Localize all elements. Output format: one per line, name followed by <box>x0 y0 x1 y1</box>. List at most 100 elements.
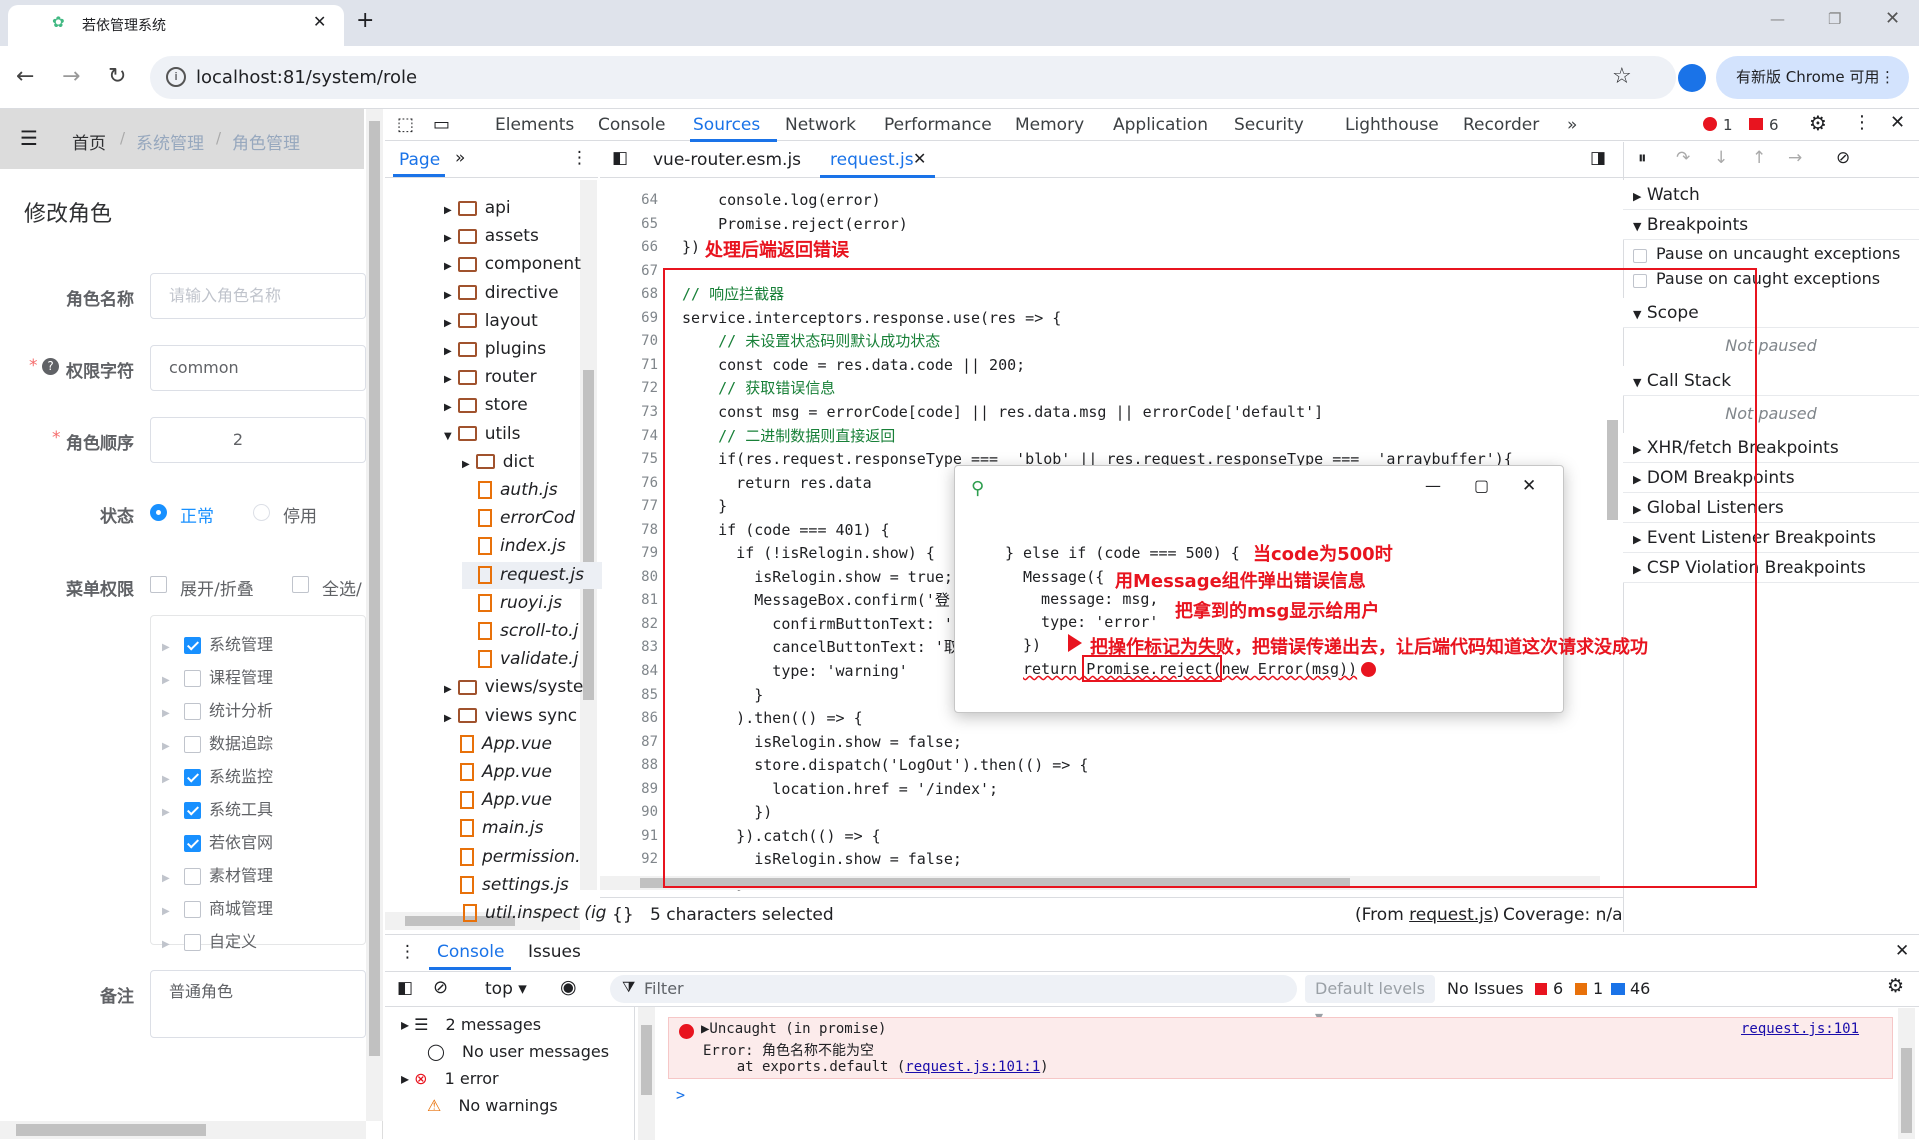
file-tree-item[interactable]: ▶ router <box>444 364 537 391</box>
file-tree-item[interactable]: permission. <box>444 844 581 871</box>
more-nav-icon[interactable]: » <box>455 148 465 168</box>
tree-expand-icon[interactable]: ▶ <box>444 713 452 724</box>
perm-input[interactable]: common <box>150 345 366 391</box>
issues-error-count[interactable]: 6 <box>1553 979 1563 998</box>
from-file-link[interactable]: request.js <box>1409 905 1493 925</box>
status-disabled-label[interactable]: 停用 <box>283 502 317 527</box>
tree-checkbox[interactable] <box>184 703 201 720</box>
omnibox[interactable]: i localhost:81/system/role ☆ <box>150 56 1676 99</box>
select-all-checkbox[interactable] <box>292 575 309 593</box>
tab-security[interactable]: Security <box>1234 109 1304 141</box>
menu-tree-node[interactable]: ▶ 自定义 <box>150 926 365 958</box>
breadcrumb-system[interactable]: 系统管理 <box>136 129 204 154</box>
tab-performance[interactable]: Performance <box>884 109 992 141</box>
file-tree-item[interactable]: util.inspect (ig <box>447 900 606 927</box>
tree-checkbox[interactable] <box>184 637 201 654</box>
tree-checkbox[interactable] <box>184 736 201 753</box>
tree-expand-icon[interactable]: ▶ <box>444 318 452 329</box>
tree-expand-icon[interactable]: ▶ <box>162 665 176 697</box>
tree-checkbox[interactable] <box>184 670 201 687</box>
role-name-input[interactable]: 请输入角色名称 <box>150 273 366 319</box>
menu-tree-node[interactable]: ▶ 系统监控 <box>150 761 365 793</box>
toggle-debugger-icon[interactable]: ◨ <box>1590 148 1606 168</box>
console-sidebar-icon[interactable]: ◧ <box>397 978 413 998</box>
file-tree-item[interactable]: ▶ assets <box>444 223 539 250</box>
file-tree-item[interactable]: main.js <box>444 815 543 842</box>
tab-network[interactable]: Network <box>785 109 856 141</box>
tree-expand-icon[interactable]: ▶ <box>162 698 176 730</box>
errors-item[interactable]: ▸ ⊗ 1 error <box>401 1069 499 1088</box>
console-sidebar-scrollbar[interactable] <box>638 1007 655 1140</box>
no-issues-label[interactable]: No Issues <box>1447 979 1524 998</box>
step-icon[interactable]: → <box>1788 148 1802 168</box>
file-tree-item[interactable]: App.vue <box>444 731 552 758</box>
menu-tree-node[interactable]: ▶ 统计分析 <box>150 695 365 727</box>
menu-tree-node[interactable]: ▶ 系统工具 <box>150 794 365 826</box>
menu-tree-node[interactable]: ▶ 素材管理 <box>150 860 365 892</box>
file-tree-item[interactable]: ▶ views sync <box>444 703 577 730</box>
tree-expand-icon[interactable]: ▶ <box>462 459 470 470</box>
menu-tree-node[interactable]: ▶ 系统管理 <box>150 629 365 661</box>
tab-elements[interactable]: Elements <box>495 109 574 141</box>
device-toolbar-icon[interactable]: ▭ <box>433 114 450 135</box>
minimize-icon[interactable]: — <box>1770 10 1785 28</box>
console-scrollbar[interactable] <box>1898 1008 1915 1139</box>
file-tree-item[interactable]: ▶ dict <box>462 449 534 476</box>
tree-checkbox[interactable] <box>184 835 201 852</box>
editor-tab-vue-router[interactable]: vue-router.esm.js <box>653 150 801 170</box>
file-tree-item[interactable]: auth.js <box>462 477 558 504</box>
step-into-icon[interactable]: ↓ <box>1714 148 1728 168</box>
levels-select[interactable]: Default levels ▾ <box>1305 975 1435 1026</box>
devtools-menu-icon[interactable]: ⋮ <box>1853 112 1871 133</box>
site-info-icon[interactable]: i <box>166 67 186 87</box>
error-badge-icon[interactable] <box>1703 117 1717 131</box>
update-chrome-button[interactable]: 有新版 Chrome 可用 ⋮ <box>1716 56 1909 99</box>
messages-item[interactable]: ▸ ☰ 2 messages <box>401 1015 541 1034</box>
warn-count[interactable]: 6 <box>1769 109 1779 141</box>
status-normal-label[interactable]: 正常 <box>180 502 214 527</box>
close-devtools-icon[interactable]: ✕ <box>1890 112 1905 133</box>
file-tree-item[interactable]: validate.j <box>462 646 578 673</box>
breadcrumb-home[interactable]: 首页 <box>72 129 106 154</box>
remark-textarea[interactable]: 普通角色 <box>150 970 366 1038</box>
tree-checkbox[interactable] <box>184 802 201 819</box>
error-stack-link[interactable]: request.js:101:1 <box>905 1059 1040 1075</box>
file-tree-item[interactable]: ruoyi.js <box>462 590 562 617</box>
user-messages-item[interactable]: ◯ No user messages <box>427 1042 609 1061</box>
warnings-item[interactable]: ⚠ No warnings <box>427 1096 558 1115</box>
close-tab-icon[interactable]: ✕ <box>313 12 326 31</box>
file-tree-item[interactable]: App.vue <box>444 759 552 786</box>
tree-expand-icon[interactable]: ▶ <box>162 731 176 763</box>
tree-checkbox[interactable] <box>184 769 201 786</box>
error-source-link[interactable]: request.js:101 <box>1741 1021 1859 1037</box>
more-menu-icon[interactable]: ⋮ <box>1880 56 1895 99</box>
pause-icon[interactable]: ⏸ <box>1638 148 1647 168</box>
tab-lighthouse[interactable]: Lighthouse <box>1345 109 1439 141</box>
menu-tree-node[interactable]: ▶ 数据追踪 <box>150 728 365 760</box>
drawer-menu-icon[interactable]: ⋮ <box>399 942 416 962</box>
file-tree-item[interactable]: settings.js <box>444 872 569 899</box>
context-select[interactable]: top ▾ <box>485 979 527 999</box>
tree-expand-icon[interactable]: ▶ <box>444 684 452 695</box>
deactivate-breakpoints-icon[interactable]: ⊘ <box>1836 148 1850 168</box>
tree-checkbox[interactable] <box>184 868 201 885</box>
issues-warn-count[interactable]: 1 <box>1593 979 1603 998</box>
restore-icon[interactable]: ❐ <box>1828 10 1841 28</box>
file-tree-item[interactable]: ▶ store <box>444 392 528 419</box>
tab-console[interactable]: Console <box>598 109 666 141</box>
tab-application[interactable]: Application <box>1113 109 1208 141</box>
file-tree-item[interactable]: ▶ layout <box>444 308 538 335</box>
pause-uncaught-checkbox[interactable] <box>1633 246 1647 264</box>
tree-expand-icon[interactable]: ▶ <box>444 233 452 244</box>
tree-expand-icon[interactable]: ▶ <box>162 896 176 928</box>
breakpoints-section[interactable]: ▼ Breakpoints <box>1623 210 1919 240</box>
editor-tab-request[interactable]: request.js <box>830 150 914 170</box>
warning-badge-icon[interactable] <box>1749 118 1763 130</box>
file-tree-item[interactable]: scroll-to.j <box>462 618 578 645</box>
pretty-print-icon[interactable]: {} <box>612 898 634 932</box>
app-hscrollbar[interactable] <box>0 1121 366 1139</box>
tree-expand-icon[interactable]: ▶ <box>162 632 176 664</box>
app-scrollbar[interactable] <box>366 109 383 1121</box>
tree-expand-icon[interactable]: ▶ <box>444 290 452 301</box>
console-filter-input[interactable]: ⧩ Filter <box>610 975 1297 1003</box>
